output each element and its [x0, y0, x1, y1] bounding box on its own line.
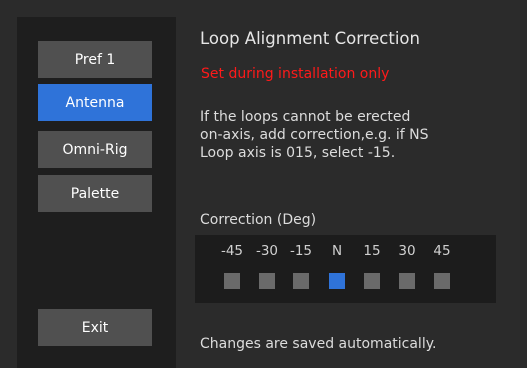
- antenna-button[interactable]: Antenna: [38, 84, 152, 121]
- settings-window: Pref 1 Antenna Omni-Rig Palette Exit Loo…: [0, 0, 527, 368]
- sidebar: Pref 1 Antenna Omni-Rig Palette Exit: [17, 17, 176, 368]
- window-frame-left: [0, 17, 17, 368]
- palette-button[interactable]: Palette: [38, 175, 152, 212]
- exit-button[interactable]: Exit: [38, 309, 152, 346]
- correction-tick-minus-45: -45: [220, 243, 244, 259]
- palette-button-label: Palette: [70, 185, 120, 202]
- correction-tick-45: 45: [433, 243, 451, 259]
- correction-option-n[interactable]: [329, 273, 345, 289]
- installation-warning: Set during installation only: [201, 66, 390, 82]
- pref-1-button-label: Pref 1: [74, 51, 116, 68]
- autosave-note: Changes are saved automatically.: [200, 336, 437, 352]
- description-line: Loop axis is 015, select -15.: [200, 145, 396, 161]
- correction-tick-30: 30: [398, 243, 416, 259]
- correction-option-45[interactable]: [434, 273, 450, 289]
- description-line: If the loops cannot be erected: [200, 109, 411, 125]
- correction-tick-n: N: [331, 243, 343, 259]
- correction-tick-15: 15: [363, 243, 381, 259]
- omni-rig-button-label: Omni-Rig: [62, 141, 128, 158]
- correction-option-minus-15[interactable]: [293, 273, 309, 289]
- main-panel: Loop Alignment Correction Set during ins…: [176, 17, 527, 368]
- description-text: If the loops cannot be erected on-axis, …: [200, 108, 520, 162]
- correction-option-minus-30[interactable]: [259, 273, 275, 289]
- window-frame-top: [0, 0, 527, 17]
- description-line: on-axis, add correction,e.g. if NS: [200, 127, 429, 143]
- correction-selector: -45 -30 -15 N 15 30 45: [195, 235, 496, 303]
- correction-option-15[interactable]: [364, 273, 380, 289]
- antenna-button-label: Antenna: [65, 94, 125, 111]
- pref-1-button[interactable]: Pref 1: [38, 41, 152, 78]
- omni-rig-button[interactable]: Omni-Rig: [38, 131, 152, 168]
- correction-option-minus-45[interactable]: [224, 273, 240, 289]
- exit-button-label: Exit: [81, 319, 109, 336]
- correction-tick-minus-15: -15: [289, 243, 313, 259]
- correction-option-30[interactable]: [399, 273, 415, 289]
- page-title: Loop Alignment Correction: [200, 29, 420, 48]
- correction-label: Correction (Deg): [200, 212, 317, 228]
